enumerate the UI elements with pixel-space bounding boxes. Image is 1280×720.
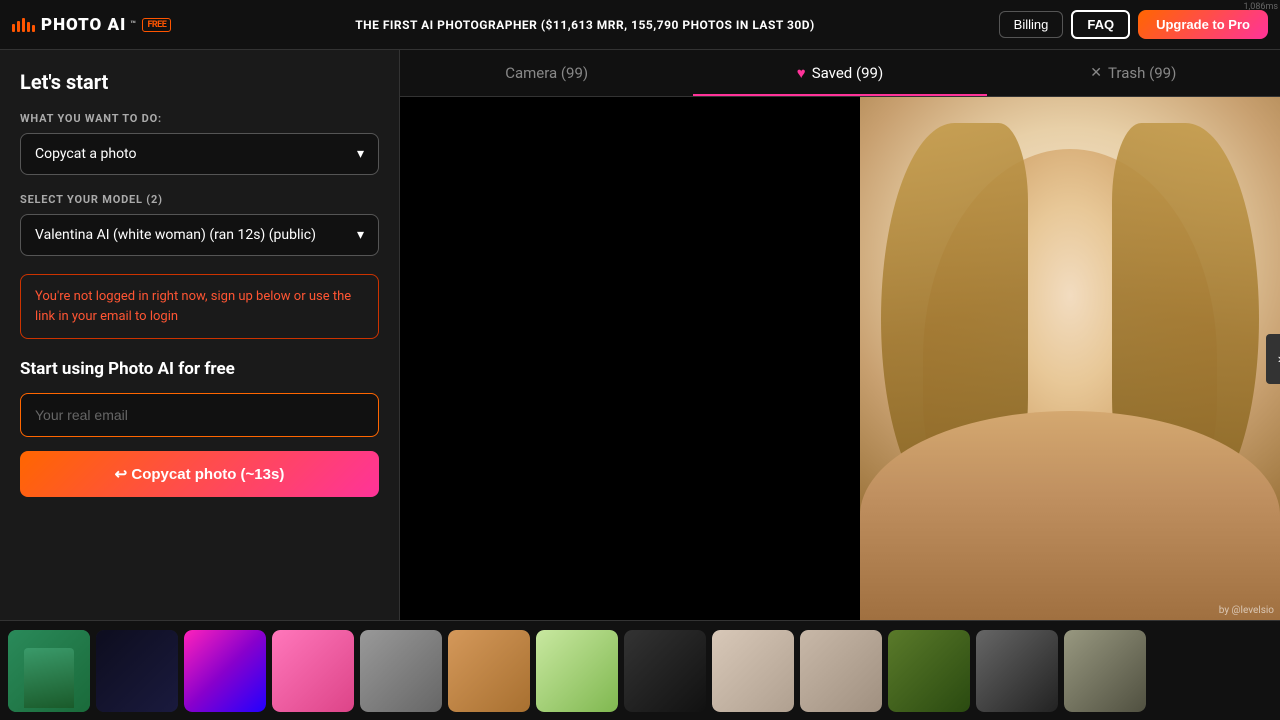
content-area: Camera (99) ♥ Saved (99) ✕ Trash (99) — [400, 50, 1280, 620]
logo-tm: ™ — [130, 20, 135, 30]
model-value: Valentina AI (white woman) (ran 12s) (pu… — [35, 227, 316, 243]
thumb-11[interactable] — [888, 630, 970, 712]
email-field[interactable] — [20, 393, 379, 437]
thumb-3[interactable] — [184, 630, 266, 712]
trash-tab-label: Trash (99) — [1108, 64, 1176, 82]
thumb-9[interactable] — [712, 630, 794, 712]
what-value: Copycat a photo — [35, 146, 137, 162]
header-actions: Billing FAQ Upgrade to Pro — [999, 10, 1268, 39]
logo-free-badge: FREE — [142, 18, 171, 32]
saved-tab-label: Saved (99) — [812, 64, 883, 82]
x-icon: ✕ — [1090, 65, 1102, 81]
thumb-12[interactable] — [976, 630, 1058, 712]
top-banner: PHOTO AI ™ FREE THE FIRST AI PHOTOGRAPHER… — [0, 0, 1280, 50]
bar2 — [17, 21, 20, 32]
faq-button[interactable]: FAQ — [1071, 10, 1130, 39]
login-error-box: You're not logged in right now, sign up … — [20, 274, 379, 339]
main-photo — [860, 97, 1280, 620]
bar3 — [22, 18, 25, 32]
thumb-2[interactable] — [96, 630, 178, 712]
error-text: You're not logged in right now, sign up … — [35, 289, 351, 324]
sidebar: Let's start WHAT YOU WANT TO DO: Copycat… — [0, 50, 400, 620]
upgrade-button[interactable]: Upgrade to Pro — [1138, 10, 1268, 39]
tab-saved[interactable]: ♥ Saved (99) — [693, 50, 986, 96]
photo-body — [860, 411, 1280, 620]
cta-title: Start using Photo AI for free — [20, 359, 379, 379]
heart-icon: ♥ — [797, 64, 806, 82]
thumb-6[interactable] — [448, 630, 530, 712]
billing-button[interactable]: Billing — [999, 11, 1064, 38]
thumb-5[interactable] — [360, 630, 442, 712]
watermark: by @levelsio — [1219, 605, 1274, 616]
copycat-button[interactable]: ↩ Copycat photo (~13s) — [20, 451, 379, 497]
thumb-10[interactable] — [800, 630, 882, 712]
thumbnail-strip — [0, 620, 1280, 720]
thumb-8[interactable] — [624, 630, 706, 712]
gallery-area: › by @levelsio — [400, 97, 1280, 620]
banner-headline: THE FIRST AI PHOTOGRAPHER ($11,613 MRR, … — [355, 18, 815, 32]
sidebar-title: Let's start — [20, 70, 379, 94]
what-label: WHAT YOU WANT TO DO: — [20, 112, 379, 125]
tabs-bar: Camera (99) ♥ Saved (99) ✕ Trash (99) — [400, 50, 1280, 97]
model-select[interactable]: Valentina AI (white woman) (ran 12s) (pu… — [20, 214, 379, 256]
visitor-count: 1,086ms — [1243, 2, 1278, 12]
logo: PHOTO AI ™ FREE — [12, 15, 171, 35]
what-select[interactable]: Copycat a photo ▾ — [20, 133, 379, 175]
tab-trash[interactable]: ✕ Trash (99) — [987, 50, 1280, 96]
thumb-7[interactable] — [536, 630, 618, 712]
logo-photo-text: PHOTO AI — [41, 15, 126, 35]
tab-camera[interactable]: Camera (99) — [400, 50, 693, 96]
chevron-down-icon: ▾ — [357, 146, 364, 162]
bar4 — [27, 22, 30, 32]
model-label: SELECT YOUR MODEL (2) — [20, 193, 379, 206]
camera-tab-label: Camera (99) — [505, 64, 588, 82]
bar5 — [32, 25, 35, 32]
gallery-left-panel — [400, 97, 860, 620]
thumb-4[interactable] — [272, 630, 354, 712]
chevron-right-button[interactable]: › — [1266, 334, 1280, 384]
thumb-13[interactable] — [1064, 630, 1146, 712]
main-layout: Let's start WHAT YOU WANT TO DO: Copycat… — [0, 50, 1280, 620]
gallery-right-panel: › — [860, 97, 1280, 620]
logo-bars-icon — [12, 18, 35, 32]
chevron-down-icon-2: ▾ — [357, 227, 364, 243]
bar1 — [12, 24, 15, 32]
thumb-1[interactable] — [8, 630, 90, 712]
